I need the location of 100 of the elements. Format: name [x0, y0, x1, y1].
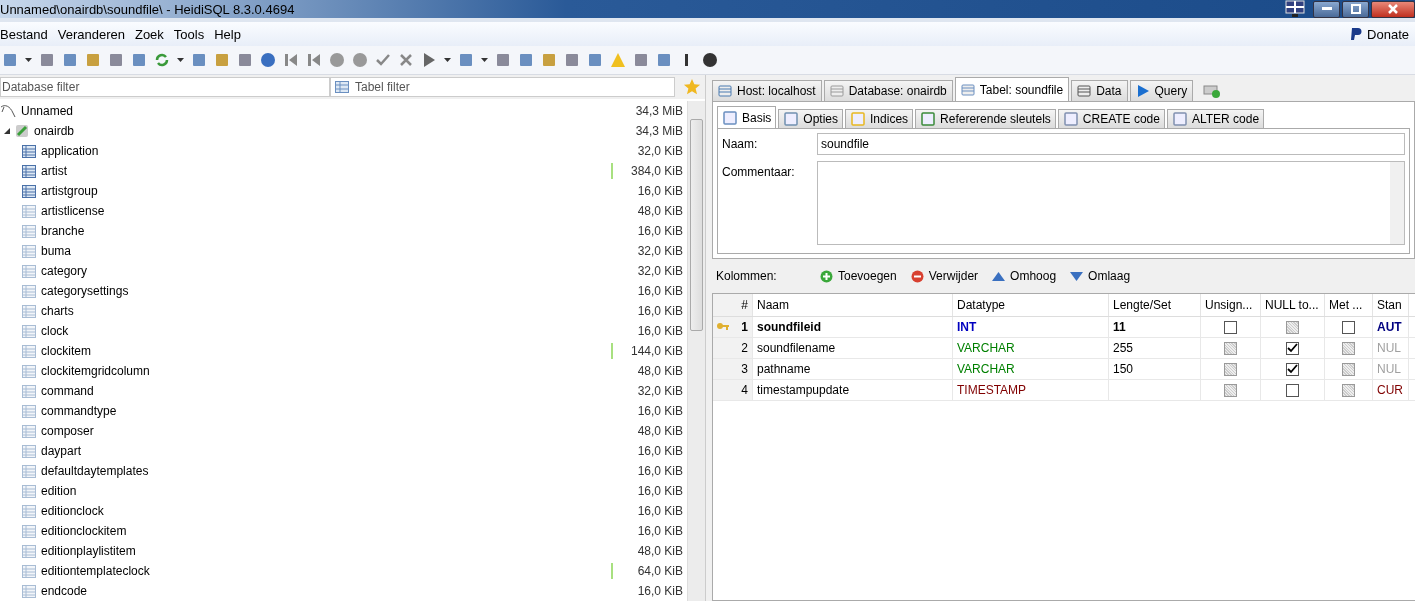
- tab[interactable]: Host: localhost: [712, 80, 822, 101]
- tree-item[interactable]: onairdb: [34, 124, 75, 138]
- column-header[interactable]: Stan: [1373, 294, 1409, 316]
- tree-item[interactable]: clockitem: [41, 344, 91, 358]
- refresh-icon[interactable]: [154, 52, 170, 68]
- size-label: 384,0 KiB: [629, 164, 683, 178]
- tab[interactable]: Basis: [717, 106, 777, 128]
- checkbox[interactable]: [1286, 383, 1299, 397]
- checkbox[interactable]: [1286, 341, 1299, 355]
- size-label: 16,0 KiB: [636, 184, 683, 198]
- last-icon[interactable]: [306, 52, 322, 68]
- tree-item[interactable]: branche: [41, 224, 85, 238]
- add-tab-icon[interactable]: [1203, 84, 1222, 98]
- caret-icon[interactable]: [177, 58, 184, 62]
- name-field[interactable]: soundfile: [817, 133, 1405, 155]
- tree-item[interactable]: daypart: [41, 444, 82, 458]
- tree-item[interactable]: commandtype: [41, 404, 117, 418]
- column-header[interactable]: NULL to...: [1261, 294, 1325, 316]
- column-header[interactable]: Naam: [753, 294, 953, 316]
- tab-icon: [722, 110, 738, 125]
- column-header[interactable]: Met ...: [1325, 294, 1373, 316]
- tree-item[interactable]: buma: [41, 244, 72, 258]
- menu-item[interactable]: Help: [214, 26, 247, 42]
- table-filter-field[interactable]: Tabel filter: [330, 77, 675, 97]
- tree-item[interactable]: defaultdaytemplates: [41, 464, 149, 478]
- tree-item[interactable]: composer: [41, 424, 94, 438]
- comment-field[interactable]: [817, 161, 1405, 245]
- menu-item[interactable]: Zoek: [134, 26, 170, 42]
- tree-item[interactable]: application: [41, 144, 99, 158]
- size-label: 48,0 KiB: [636, 544, 683, 558]
- tree-item[interactable]: editiontemplateclock: [41, 564, 150, 578]
- size-label: 48,0 KiB: [636, 364, 683, 378]
- table-cell: AUT: [1373, 317, 1409, 337]
- table-cell: NUL: [1373, 359, 1409, 379]
- column-header[interactable]: Datatype: [953, 294, 1109, 316]
- name-label: Naam:: [722, 136, 759, 151]
- tree-item[interactable]: Unnamed: [21, 104, 74, 118]
- tab[interactable]: ALTER code: [1166, 109, 1265, 128]
- size-label: 16,0 KiB: [636, 284, 683, 298]
- star-icon[interactable]: [683, 78, 701, 96]
- database-filter-field[interactable]: Database filter: [0, 77, 330, 97]
- maximize-icon: [1350, 4, 1361, 14]
- column-header[interactable]: Unsign...: [1201, 294, 1261, 316]
- tree-item[interactable]: artistgroup: [41, 184, 98, 198]
- tree-item[interactable]: command: [41, 384, 94, 398]
- tab-icon: [920, 112, 937, 126]
- tree-item[interactable]: categorysettings: [41, 284, 129, 298]
- tab[interactable]: Query: [1129, 80, 1194, 101]
- checkbox[interactable]: [1342, 320, 1355, 334]
- tree-item[interactable]: clock: [41, 324, 69, 338]
- tab-icon: [850, 112, 867, 126]
- warning-icon[interactable]: [610, 52, 626, 68]
- column-header[interactable]: #: [713, 294, 753, 316]
- tree-item[interactable]: category: [41, 264, 88, 278]
- size-label: 64,0 KiB: [636, 564, 683, 578]
- tree-item[interactable]: editionclock: [41, 504, 104, 518]
- row-number: 1: [741, 320, 748, 334]
- size-label: 34,3 MiB: [634, 104, 683, 118]
- tab[interactable]: Database: onairdb: [823, 80, 953, 101]
- tab[interactable]: Refererende sleutels: [915, 109, 1056, 128]
- minimize-button[interactable]: [1313, 0, 1340, 18]
- toolbar-button[interactable]: Verwijder: [910, 269, 979, 283]
- tab[interactable]: Opties: [778, 109, 844, 128]
- tree-item[interactable]: charts: [41, 304, 74, 318]
- cross-icon[interactable]: [398, 52, 414, 68]
- tab[interactable]: Indices: [845, 109, 914, 128]
- tab[interactable]: Data: [1071, 80, 1128, 101]
- toolbar-button[interactable]: Omlaag: [1070, 269, 1131, 283]
- menu-item[interactable]: Veranderen: [57, 26, 131, 42]
- table-icon: [335, 81, 349, 93]
- grid-icon: [718, 84, 732, 98]
- caret-icon[interactable]: [25, 58, 32, 62]
- checkbox[interactable]: [1286, 362, 1299, 376]
- tab[interactable]: Tabel: soundfile: [954, 77, 1070, 101]
- expand-icon[interactable]: [4, 128, 10, 134]
- toolbar-button[interactable]: Omhoog: [992, 269, 1057, 283]
- first-icon[interactable]: [283, 52, 299, 68]
- tree-item[interactable]: edition: [41, 484, 77, 498]
- play-icon[interactable]: [421, 52, 437, 68]
- toolbar-button[interactable]: Toevoegen: [820, 269, 897, 283]
- size-label: 16,0 KiB: [636, 224, 683, 238]
- checkbox[interactable]: [1224, 320, 1237, 334]
- tree-item[interactable]: artist: [41, 164, 67, 178]
- tree-item[interactable]: clockitemgridcolumn: [41, 364, 150, 378]
- maximize-button[interactable]: [1342, 0, 1369, 18]
- caret-icon[interactable]: [481, 58, 488, 62]
- tree-item[interactable]: editionclockitem: [41, 524, 127, 538]
- scrollbar[interactable]: [687, 101, 705, 601]
- check-icon[interactable]: [375, 52, 391, 68]
- caret-icon[interactable]: [444, 58, 451, 62]
- tree-item[interactable]: editionplaylistitem: [41, 544, 136, 558]
- tree-item[interactable]: artistlicense: [41, 204, 105, 218]
- close-button[interactable]: [1371, 0, 1415, 18]
- tree-item[interactable]: endcode: [41, 584, 88, 598]
- column-header[interactable]: Lengte/Set: [1109, 294, 1201, 316]
- tab[interactable]: CREATE code: [1057, 109, 1165, 128]
- donate-button[interactable]: Donate: [1343, 26, 1415, 42]
- table-cell: TIMESTAMP: [953, 380, 1109, 400]
- menu-item[interactable]: Bestand: [0, 26, 54, 42]
- menu-item[interactable]: Tools: [173, 26, 211, 42]
